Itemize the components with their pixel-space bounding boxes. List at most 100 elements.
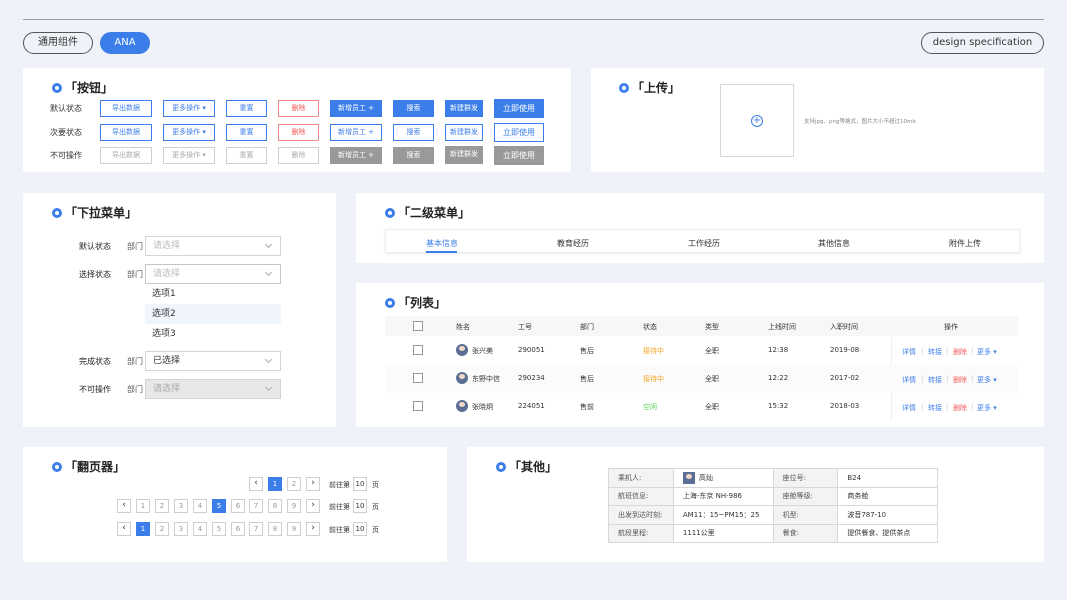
col-dept: 部门: [580, 323, 594, 331]
reset-button-secondary[interactable]: 重置: [226, 124, 267, 141]
tab-attachments[interactable]: 附件上传: [937, 238, 993, 249]
delete-button[interactable]: 删除: [278, 100, 319, 117]
more-link[interactable]: 更多 ▾: [977, 347, 997, 357]
page-button[interactable]: 3: [174, 499, 188, 513]
row-join: 2019-08: [830, 346, 860, 354]
goto-page-input[interactable]: 10: [353, 499, 367, 513]
detail-link[interactable]: 详情: [902, 403, 916, 413]
add-circle-icon[interactable]: +: [751, 115, 763, 127]
row-type: 全职: [705, 403, 719, 411]
next-page-button[interactable]: ›: [306, 522, 320, 536]
op-separator: |: [971, 347, 974, 355]
op-separator: |: [921, 375, 924, 383]
page-button[interactable]: 7: [249, 499, 263, 513]
title-bullet-icon: [385, 207, 395, 218]
add-employee-button[interactable]: 新增员工 +: [330, 100, 382, 117]
status-badge: 接待中: [643, 375, 664, 383]
select-all-checkbox[interactable]: [413, 321, 423, 331]
delete-link[interactable]: 删除: [953, 403, 967, 413]
prev-page-button[interactable]: ‹: [249, 477, 263, 491]
dropdown-option[interactable]: 选项3: [145, 324, 281, 344]
row-checkbox[interactable]: [413, 401, 423, 411]
page-button[interactable]: 8: [268, 522, 282, 536]
goto-page-input[interactable]: 10: [353, 522, 367, 536]
detail-link[interactable]: 详情: [902, 347, 916, 357]
tab-other-info[interactable]: 其他信息: [806, 238, 862, 249]
detail-link[interactable]: 详情: [902, 375, 916, 385]
tab-basic-info[interactable]: 基本信息: [414, 238, 470, 249]
design-spec-button[interactable]: design specification: [921, 32, 1044, 54]
page-button[interactable]: 1: [268, 477, 282, 491]
more-link[interactable]: 更多 ▾: [977, 375, 997, 385]
transfer-link[interactable]: 转接: [928, 347, 942, 357]
dept-select-default[interactable]: 请选择: [145, 236, 281, 256]
page-button[interactable]: 2: [155, 499, 169, 513]
goto-page-input[interactable]: 10: [353, 477, 367, 491]
tab-work-history[interactable]: 工作经历: [676, 238, 732, 249]
search-button-secondary[interactable]: 搜索: [393, 124, 434, 141]
tab-common-components[interactable]: 通用组件: [23, 32, 93, 54]
time-key: 出发到达时刻:: [608, 505, 674, 525]
page-button[interactable]: 6: [231, 522, 245, 536]
submenu-tabs: 基本信息 教育经历 工作经历 其他信息 附件上传: [385, 229, 1020, 253]
row-checkbox[interactable]: [413, 345, 423, 355]
upload-title: 「上传」: [619, 79, 680, 96]
page-button[interactable]: 5: [212, 499, 226, 513]
dd-default-label: 默认状态: [79, 242, 111, 251]
use-now-button[interactable]: 立即使用: [494, 99, 544, 118]
tab-ana[interactable]: ANA: [100, 32, 150, 54]
delete-link[interactable]: 删除: [953, 375, 967, 385]
dropdown-option[interactable]: 选项1: [145, 284, 281, 304]
transfer-link[interactable]: 转接: [928, 403, 942, 413]
status-badge: 接待中: [643, 347, 664, 355]
prev-page-button[interactable]: ‹: [117, 522, 131, 536]
dept-select-open[interactable]: 请选择: [145, 264, 281, 284]
row-dept: 售后: [580, 347, 594, 355]
chevron-down-icon: [264, 268, 273, 277]
search-button[interactable]: 搜索: [393, 100, 434, 117]
page-button[interactable]: 7: [249, 522, 263, 536]
page-button[interactable]: 8: [268, 499, 282, 513]
export-button[interactable]: 导出数据: [100, 100, 152, 117]
other-title: 「其他」: [496, 458, 557, 475]
use-now-button-secondary[interactable]: 立即使用: [494, 123, 544, 142]
page-button[interactable]: 9: [287, 522, 301, 536]
page-button[interactable]: 2: [155, 522, 169, 536]
add-employee-button-secondary[interactable]: 新增员工 +: [330, 124, 382, 141]
col-online: 上线时间: [768, 323, 796, 331]
new-group-button[interactable]: 新建群发: [445, 100, 483, 117]
transfer-link[interactable]: 转接: [928, 375, 942, 385]
next-page-button[interactable]: ›: [306, 477, 320, 491]
avatar: [682, 471, 695, 484]
delete-link[interactable]: 删除: [953, 347, 967, 357]
active-tab-indicator: [426, 251, 457, 253]
page-button[interactable]: 1: [136, 499, 150, 513]
prev-page-button[interactable]: ‹: [117, 499, 131, 513]
more-actions-button[interactable]: 更多操作 ▾: [163, 100, 215, 117]
page-button[interactable]: 9: [287, 499, 301, 513]
page-button[interactable]: 3: [174, 522, 188, 536]
page-button[interactable]: 4: [193, 499, 207, 513]
row-join: 2017-02: [830, 374, 860, 382]
page-button[interactable]: 1: [136, 522, 150, 536]
new-group-button-secondary[interactable]: 新建群发: [445, 124, 483, 141]
passenger-value: 高灿: [672, 468, 774, 488]
page-button[interactable]: 2: [287, 477, 301, 491]
upload-dropzone[interactable]: +: [720, 84, 794, 157]
row-checkbox[interactable]: [413, 373, 423, 383]
page-button[interactable]: 6: [231, 499, 245, 513]
title-bullet-icon: [496, 461, 506, 472]
tab-education[interactable]: 教育经历: [545, 238, 601, 249]
more-actions-button-secondary[interactable]: 更多操作 ▾: [163, 124, 215, 141]
dept-select-done[interactable]: 已选择: [145, 351, 281, 371]
page-button[interactable]: 4: [193, 522, 207, 536]
more-link[interactable]: 更多 ▾: [977, 403, 997, 413]
delete-button-secondary[interactable]: 删除: [278, 124, 319, 141]
dropdown-card: 「下拉菜单」 默认状态 部门 请选择 选择状态 部门 请选择 选项1 选项2 选…: [23, 193, 336, 427]
export-button-secondary[interactable]: 导出数据: [100, 124, 152, 141]
dropdown-option[interactable]: 选项2: [145, 304, 281, 324]
page-button[interactable]: 5: [212, 522, 226, 536]
next-page-button[interactable]: ›: [306, 499, 320, 513]
row-id: 290051: [518, 346, 545, 354]
reset-button[interactable]: 重置: [226, 100, 267, 117]
